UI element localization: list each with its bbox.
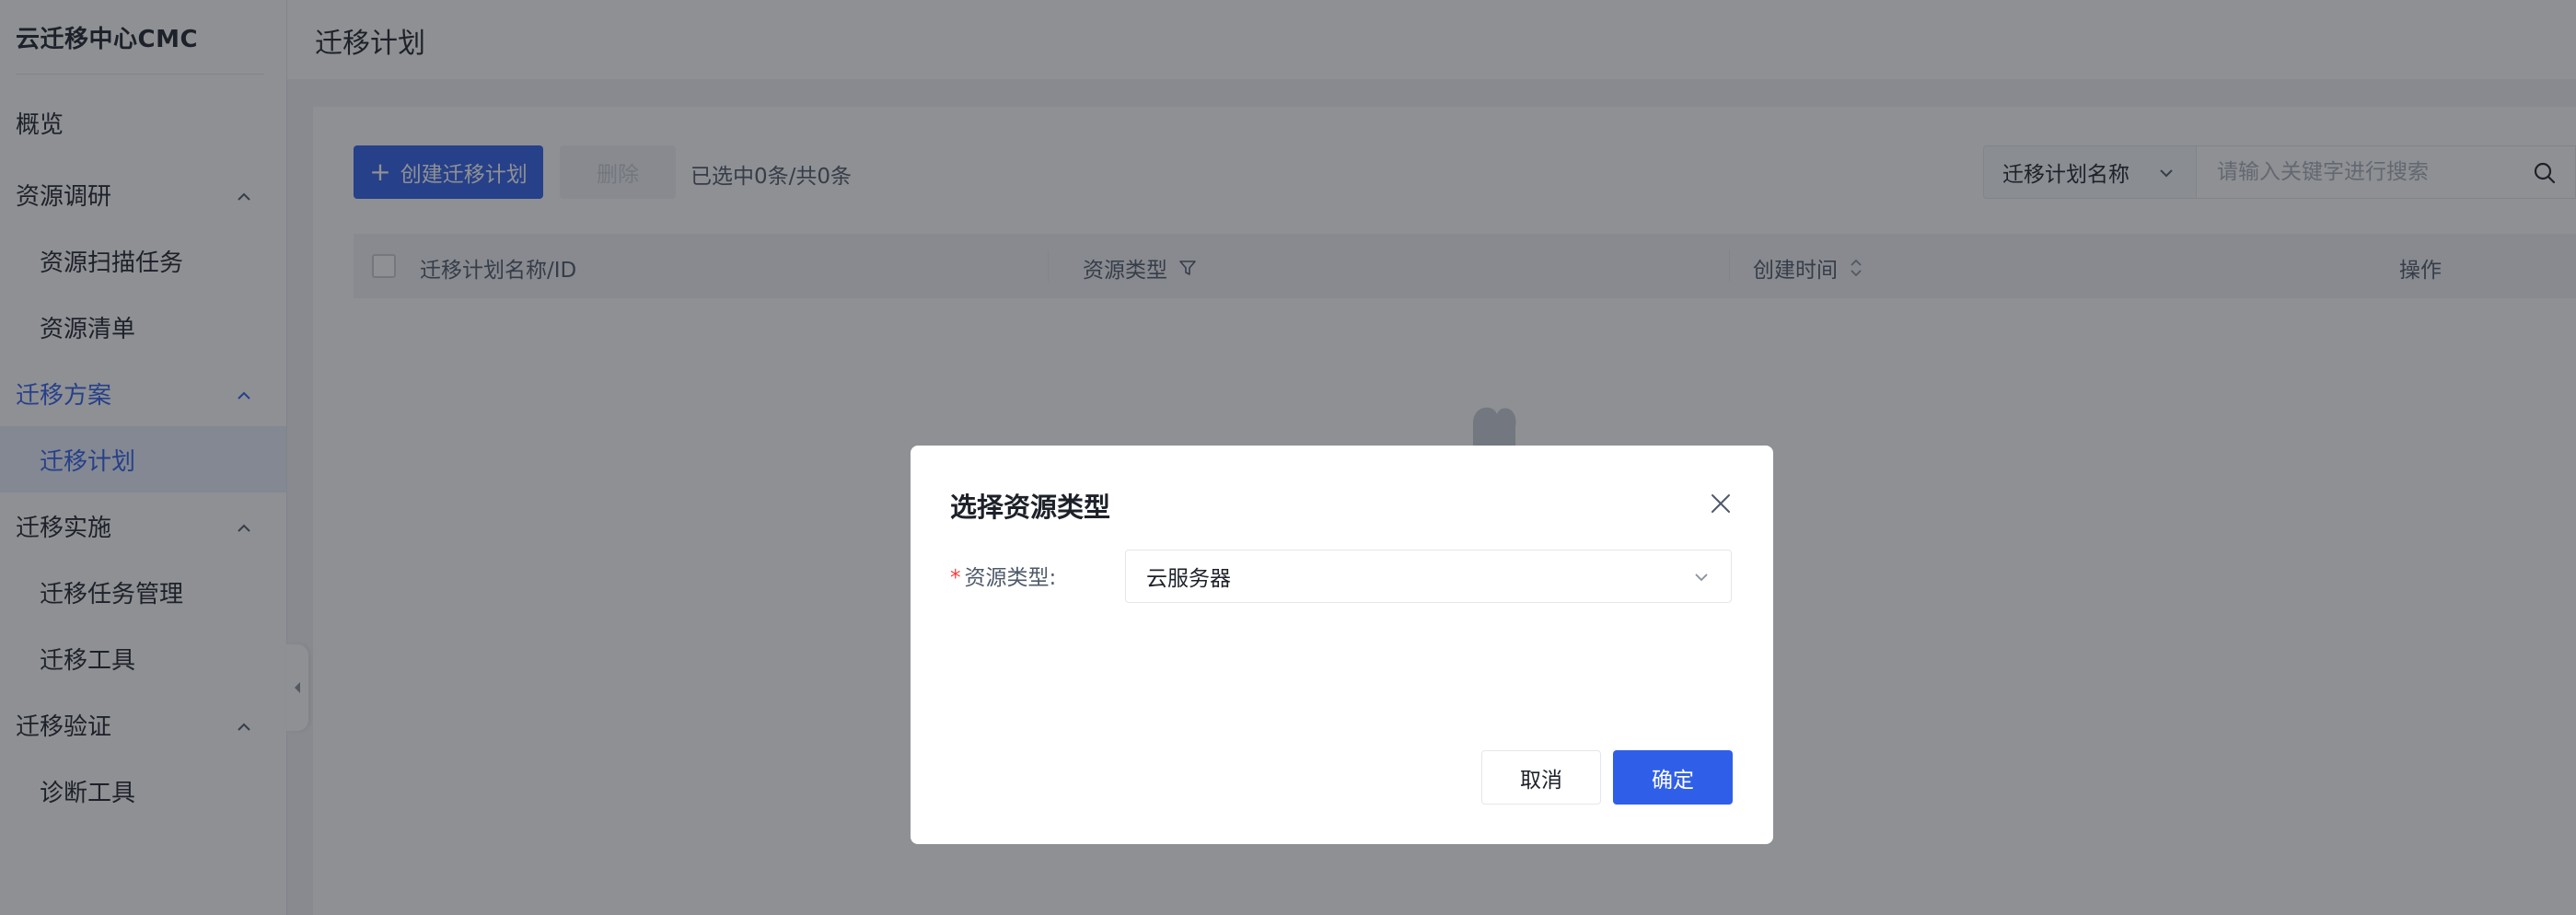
select-resource-type-dialog: 选择资源类型 * 资源类型: 云服务器 取消 确定 [911,446,1773,844]
chevron-down-icon [1692,568,1711,586]
resource-type-select[interactable]: 云服务器 [1125,550,1732,603]
resource-type-value: 云服务器 [1146,567,1231,591]
close-icon[interactable] [1708,491,1734,516]
confirm-button[interactable]: 确定 [1613,750,1733,805]
required-marker: * [950,566,961,590]
cancel-button[interactable]: 取消 [1481,750,1601,805]
dialog-title: 选择资源类型 [950,492,1111,523]
resource-type-label: * 资源类型: [950,560,1056,591]
resource-type-label-text: 资源类型: [964,566,1057,590]
